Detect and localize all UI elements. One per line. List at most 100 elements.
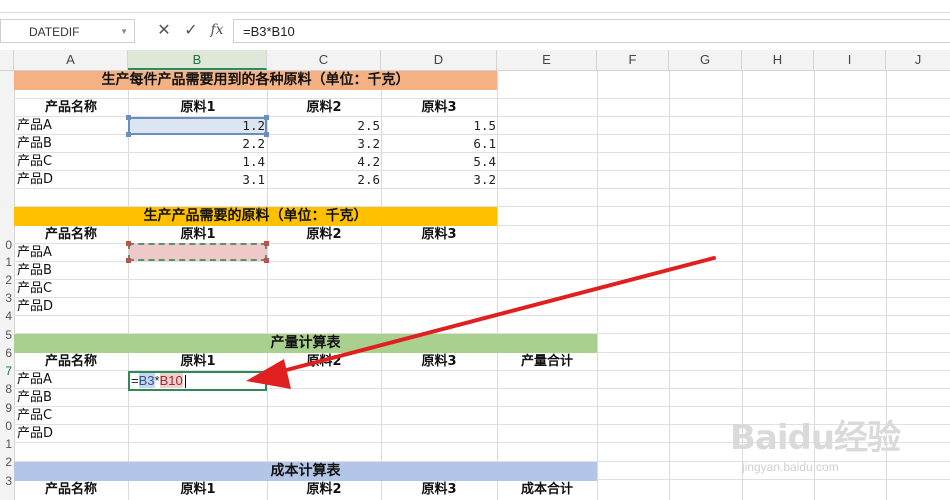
table1-cell: 2.2	[242, 136, 265, 151]
selection-handle[interactable]	[126, 258, 131, 263]
table3-header: 产量合计	[520, 354, 573, 369]
row-header[interactable]: 1	[5, 255, 12, 269]
column-header-i[interactable]: I	[814, 50, 886, 70]
table2-header: 原料1	[180, 227, 216, 242]
column-header-g[interactable]: G	[669, 50, 742, 70]
selection-handle[interactable]	[126, 132, 131, 137]
row-header[interactable]: 1	[5, 437, 12, 451]
table2-row-label: 产品B	[17, 263, 52, 278]
table1-row-label: 产品D	[17, 172, 54, 187]
table2-title: 生产产品需要的原料（单位：千克）	[143, 208, 368, 224]
column-header-f[interactable]: F	[597, 50, 669, 70]
column-headers: A B C D E F G H I J	[0, 50, 950, 71]
row-header[interactable]: 2	[5, 455, 12, 469]
table3-row-label: 产品B	[17, 390, 52, 405]
formula-ref-b10: B10	[159, 373, 183, 388]
table1-header: 原料3	[421, 100, 457, 115]
gridline	[14, 297, 950, 298]
name-box-value: DATEDIF	[29, 25, 80, 39]
row-header[interactable]: 9	[5, 401, 12, 415]
formula-input[interactable]: =B3*B10	[233, 19, 950, 43]
gridline	[14, 261, 950, 262]
row-header[interactable]: 5	[5, 328, 12, 342]
gridline	[497, 71, 498, 500]
row-header[interactable]: 3	[5, 474, 12, 488]
formula-ref-b3: B3	[138, 373, 155, 388]
table2-row-label: 产品A	[17, 245, 52, 260]
table1-cell: 2.6	[357, 172, 380, 187]
watermark-logo: Baidu经验	[730, 418, 901, 458]
table1-cell: 4.2	[357, 154, 380, 169]
table3-row-label: 产品A	[17, 372, 52, 387]
function-icon[interactable]: fx	[206, 18, 228, 42]
table1-cell: 3.2	[473, 172, 496, 187]
selection-handle[interactable]	[126, 241, 131, 246]
gridline	[381, 71, 382, 500]
row-header[interactable]: 3	[5, 291, 12, 305]
table4-header: 原料1	[180, 482, 216, 497]
table1-row-label: 产品A	[17, 118, 52, 133]
selection-handle[interactable]	[264, 258, 269, 263]
table2-row-label: 产品C	[17, 281, 53, 296]
gridline	[14, 315, 950, 316]
table4-header: 成本合计	[520, 482, 573, 497]
table1-header: 产品名称	[44, 100, 97, 115]
row-headers: 0 1 2 3 4 5 6 7 8 9 0 1 2 3	[0, 71, 15, 500]
formula-equals: =	[131, 373, 139, 388]
table1-header: 原料1	[180, 100, 216, 115]
row-header[interactable]: 0	[5, 238, 12, 252]
formula-text: =B3*B10	[243, 24, 295, 39]
table1-row-label: 产品B	[17, 136, 52, 151]
table1-cell: 5.4	[473, 154, 496, 169]
table1-cell: 1.5	[473, 118, 496, 133]
row-header[interactable]: 8	[5, 382, 12, 396]
column-header-b[interactable]: B	[128, 50, 267, 70]
table2-header: 原料3	[421, 227, 457, 242]
chevron-down-icon[interactable]: ▼	[120, 27, 128, 36]
formula-operator: *	[154, 373, 160, 388]
cancel-icon[interactable]: ✕	[153, 18, 175, 42]
row-header[interactable]: 2	[5, 273, 12, 287]
gridline	[14, 279, 950, 280]
table1-cell: 1.2	[242, 118, 265, 133]
column-header-e[interactable]: E	[497, 50, 597, 70]
table1-cell: 6.1	[473, 136, 496, 151]
table2-header: 产品名称	[44, 227, 97, 242]
column-header-c[interactable]: C	[267, 50, 381, 70]
watermark-url: jingyan.baidu.com	[742, 460, 839, 474]
gridline	[14, 406, 950, 407]
column-header-h[interactable]: H	[742, 50, 814, 70]
table3-header: 原料1	[180, 354, 216, 369]
table3-header: 产品名称	[44, 354, 97, 369]
table3-row-label: 产品D	[17, 426, 54, 441]
table1-cell: 3.1	[242, 172, 265, 187]
watermark: Baidu经验 jingyan.baidu.com	[730, 410, 930, 490]
row-header[interactable]: 6	[5, 346, 12, 360]
table1-title: 生产每件产品需要用到的各种原料（单位：千克）	[101, 72, 410, 88]
row-header[interactable]: 4	[5, 309, 12, 323]
table1-row-label: 产品C	[17, 154, 53, 169]
table4-title: 成本计算表	[270, 463, 341, 479]
name-box[interactable]: DATEDIF ▼	[0, 19, 135, 43]
column-header-a[interactable]: A	[14, 50, 128, 70]
editing-cell-b17[interactable]: =B3*B10	[128, 371, 267, 391]
table4-header: 产品名称	[44, 482, 97, 497]
gridline	[597, 71, 598, 500]
table1-cell: 1.4	[242, 154, 265, 169]
row-header-selected[interactable]: 7	[5, 364, 12, 378]
gridline	[669, 71, 670, 500]
selection-handle[interactable]	[264, 241, 269, 246]
table1-cell: 3.2	[357, 136, 380, 151]
table3-row-label: 产品C	[17, 408, 53, 423]
table3-title: 产量计算表	[270, 335, 341, 351]
selection-handle[interactable]	[126, 115, 131, 120]
select-all-corner[interactable]	[0, 50, 14, 70]
table1-cell: 2.5	[357, 118, 380, 133]
confirm-icon[interactable]: ✓	[180, 18, 202, 42]
referenced-cell-b10[interactable]	[126, 241, 269, 263]
row-header[interactable]: 0	[5, 419, 12, 433]
ribbon-edge	[0, 0, 950, 13]
table2-row-label: 产品D	[17, 299, 54, 314]
column-header-d[interactable]: D	[381, 50, 497, 70]
column-header-j[interactable]: J	[886, 50, 950, 70]
